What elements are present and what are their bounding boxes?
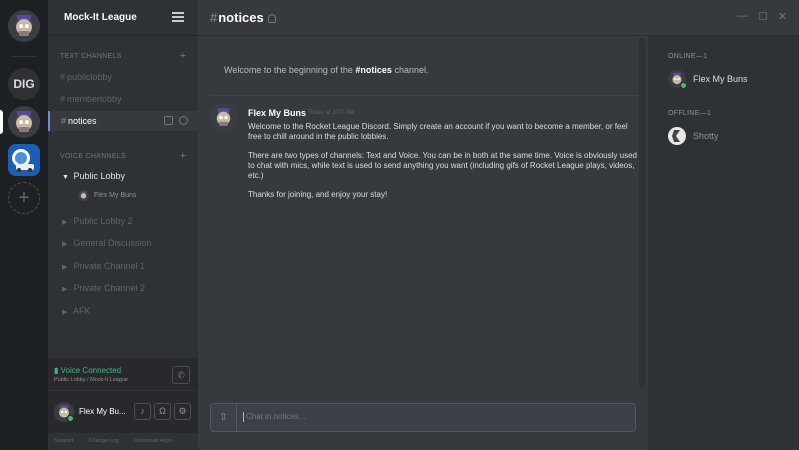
close-icon[interactable]: ✕ bbox=[778, 10, 787, 23]
voice-channel-general-discussion[interactable]: ▶ General Discussion bbox=[62, 238, 152, 248]
guild-name: Mock-It League bbox=[64, 12, 137, 23]
member-flex-my-buns[interactable]: Flex My Buns bbox=[668, 70, 748, 89]
chat-area: # notices — ☐ ✕ Welcome to the beginning… bbox=[198, 0, 799, 450]
message-paragraph: There are two types of channels: Text an… bbox=[248, 151, 637, 180]
support-link[interactable]: Support bbox=[54, 438, 73, 444]
signal-icon: ▮ bbox=[54, 366, 59, 375]
user-settings-icon[interactable]: ⚙ bbox=[174, 403, 191, 420]
message-composer[interactable]: ⇧ Chat in notices... bbox=[210, 403, 636, 432]
avatar-icon bbox=[8, 10, 40, 42]
server-mock-it-league[interactable] bbox=[8, 106, 40, 138]
add-text-channel-icon[interactable]: + bbox=[180, 50, 186, 62]
channel-sidebar: Mock-It League TEXT CHANNELS + # publiclo… bbox=[48, 0, 198, 450]
online-status-dot bbox=[67, 415, 74, 422]
online-category: ONLINE—1 bbox=[668, 53, 708, 60]
server-dig[interactable]: DIG bbox=[8, 68, 40, 100]
channel-welcome: Welcome to the beginning of the #notices… bbox=[224, 65, 429, 75]
offline-category: OFFLINE—1 bbox=[668, 110, 712, 117]
voice-channels-category[interactable]: VOICE CHANNELS bbox=[60, 153, 126, 160]
minimize-icon[interactable]: — bbox=[737, 10, 748, 23]
server-rocket-league[interactable] bbox=[8, 144, 40, 176]
voice-channel-private-2[interactable]: ▶ Private Channel 2 bbox=[62, 283, 145, 293]
member-shotty[interactable]: Shotty bbox=[668, 127, 719, 145]
voice-channel-private-1[interactable]: ▶ Private Channel 1 bbox=[62, 261, 145, 271]
disconnect-icon[interactable]: ✆ bbox=[172, 366, 190, 384]
voice-connection-panel: ▮ Voice Connected Public Lobby / Mock-It… bbox=[48, 358, 198, 390]
microphone-icon[interactable]: ♪ bbox=[134, 403, 151, 420]
rocket-league-icon bbox=[8, 144, 40, 176]
channel-memberlobby[interactable]: # memberlobby bbox=[60, 94, 122, 104]
welcome-divider bbox=[210, 95, 640, 96]
message-paragraph: Thanks for joining, and enjoy your stay! bbox=[248, 190, 388, 199]
settings-gear-icon[interactable] bbox=[179, 116, 188, 125]
channel-notices[interactable]: # notices bbox=[48, 111, 198, 131]
active-server-indicator bbox=[0, 110, 3, 134]
server-rail: DIG + bbox=[0, 0, 48, 450]
channel-header: # notices — ☐ ✕ bbox=[198, 0, 799, 36]
footer-links: Support · Change Log · Download Apps bbox=[54, 438, 173, 444]
invite-icon[interactable] bbox=[164, 116, 173, 125]
message-paragraph: Welcome to the Rocket League Discord. Si… bbox=[248, 122, 628, 141]
voice-channel-public-lobby-2[interactable]: ▶ Public Lobby 2 bbox=[62, 216, 133, 226]
guild-header[interactable]: Mock-It League bbox=[48, 0, 198, 36]
home-avatar-button[interactable] bbox=[8, 10, 40, 42]
user-name: Flex My Bu... bbox=[79, 407, 126, 416]
voice-channel-afk[interactable]: ▶ AFK bbox=[62, 306, 91, 316]
voice-member[interactable]: Flex My Buns bbox=[78, 190, 136, 201]
member-avatar bbox=[668, 70, 687, 89]
user-panel: Flex My Bu... ♪ Ω ⚙ bbox=[48, 391, 198, 433]
message-input[interactable]: Chat in notices... bbox=[243, 412, 306, 422]
add-voice-channel-icon[interactable]: + bbox=[180, 150, 186, 162]
headphones-icon[interactable]: Ω bbox=[154, 403, 171, 420]
voice-channel-public-lobby[interactable]: ▼ Public Lobby bbox=[62, 171, 125, 181]
message-avatar[interactable] bbox=[210, 104, 237, 131]
menu-icon[interactable] bbox=[172, 12, 184, 22]
change-log-link[interactable]: Change Log bbox=[89, 438, 119, 444]
voice-location: Public Lobby / Mock-It League bbox=[54, 377, 128, 383]
voice-status: ▮ Voice Connected bbox=[54, 366, 122, 375]
channel-title: notices bbox=[218, 10, 264, 25]
message-body: Welcome to the Rocket League Discord. Si… bbox=[248, 122, 638, 209]
member-list: ONLINE—1 Flex My Buns OFFLINE—1 Shotty bbox=[648, 36, 799, 450]
add-server-button[interactable]: + bbox=[8, 182, 40, 214]
chat-scrollbar[interactable] bbox=[639, 38, 645, 388]
message-author[interactable]: Flex My Buns bbox=[248, 108, 306, 118]
download-apps-link[interactable]: Download Apps bbox=[134, 438, 172, 444]
server-avatar-icon bbox=[8, 106, 40, 138]
maximize-icon[interactable]: ☐ bbox=[758, 10, 768, 23]
online-status-dot bbox=[680, 82, 687, 89]
text-channels-category[interactable]: TEXT CHANNELS bbox=[60, 53, 122, 60]
shotty-avatar-icon bbox=[668, 127, 686, 145]
notification-bell-icon[interactable] bbox=[267, 13, 276, 23]
rail-separator bbox=[12, 56, 36, 57]
discord-app: DIG + Mock-It League TEXT CHANNELS + # p… bbox=[0, 0, 799, 450]
window-controls: — ☐ ✕ bbox=[737, 10, 787, 23]
message-timestamp: Today at 1:07 AM bbox=[308, 110, 355, 116]
channel-publiclobby[interactable]: # publiclobby bbox=[60, 72, 112, 82]
voice-member-avatar bbox=[78, 190, 89, 201]
upload-icon[interactable]: ⇧ bbox=[211, 404, 237, 431]
